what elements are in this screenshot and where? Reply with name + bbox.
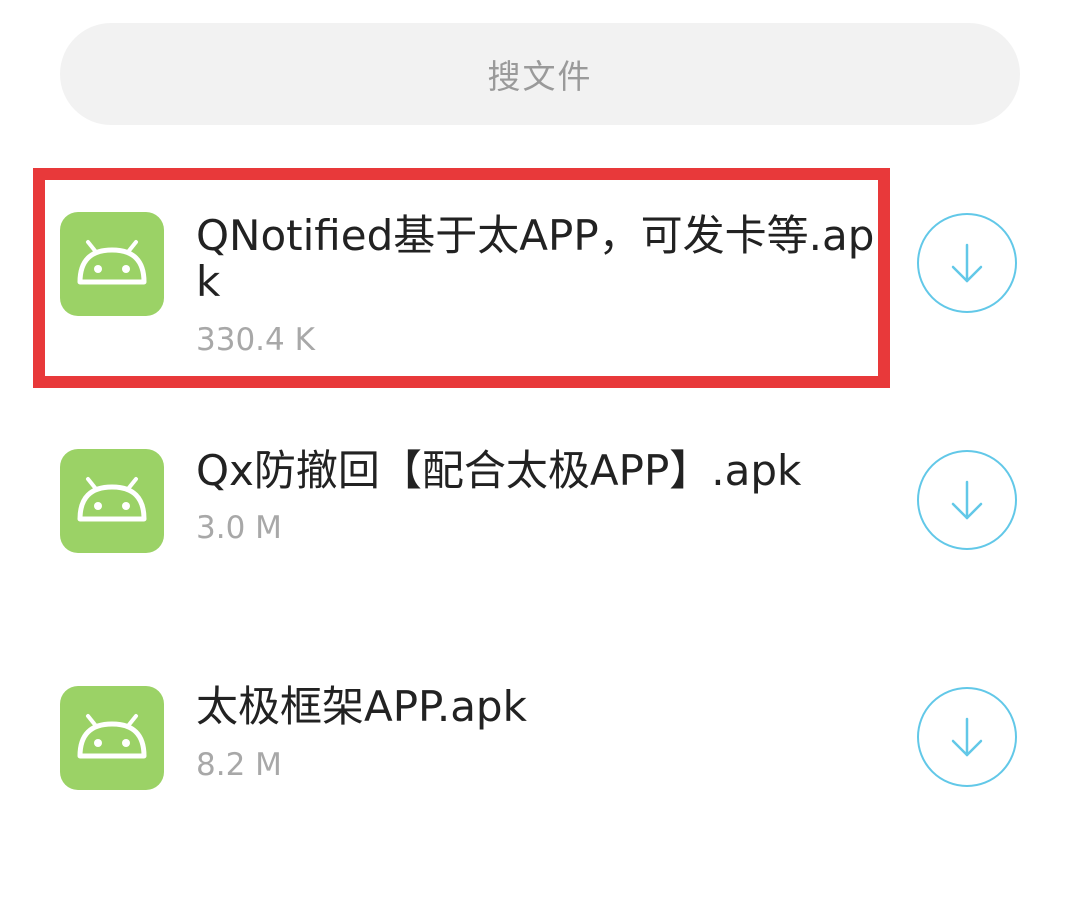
file-name: Qx防撤回【配合太极APP】.apk	[196, 446, 802, 495]
file-size: 3.0 M	[196, 510, 282, 546]
android-icon	[60, 686, 164, 790]
file-size: 8.2 M	[196, 747, 282, 783]
android-icon	[60, 449, 164, 553]
android-icon	[60, 212, 164, 316]
file-name: QNotified基于太APP，可发卡等.apk	[196, 211, 875, 306]
download-icon	[951, 717, 983, 757]
search-input[interactable]: 搜文件	[60, 23, 1020, 125]
download-icon	[951, 243, 983, 283]
file-size: 330.4 K	[196, 322, 315, 358]
file-list-page: 搜文件 QNotified基于太APP，可发卡等.apk 330.4 K Qx防…	[0, 0, 1078, 906]
download-button[interactable]	[917, 450, 1017, 550]
download-button[interactable]	[917, 687, 1017, 787]
file-name: 太极框架APP.apk	[196, 682, 527, 731]
download-button[interactable]	[917, 213, 1017, 313]
download-icon	[951, 480, 983, 520]
search-placeholder: 搜文件	[487, 57, 593, 96]
